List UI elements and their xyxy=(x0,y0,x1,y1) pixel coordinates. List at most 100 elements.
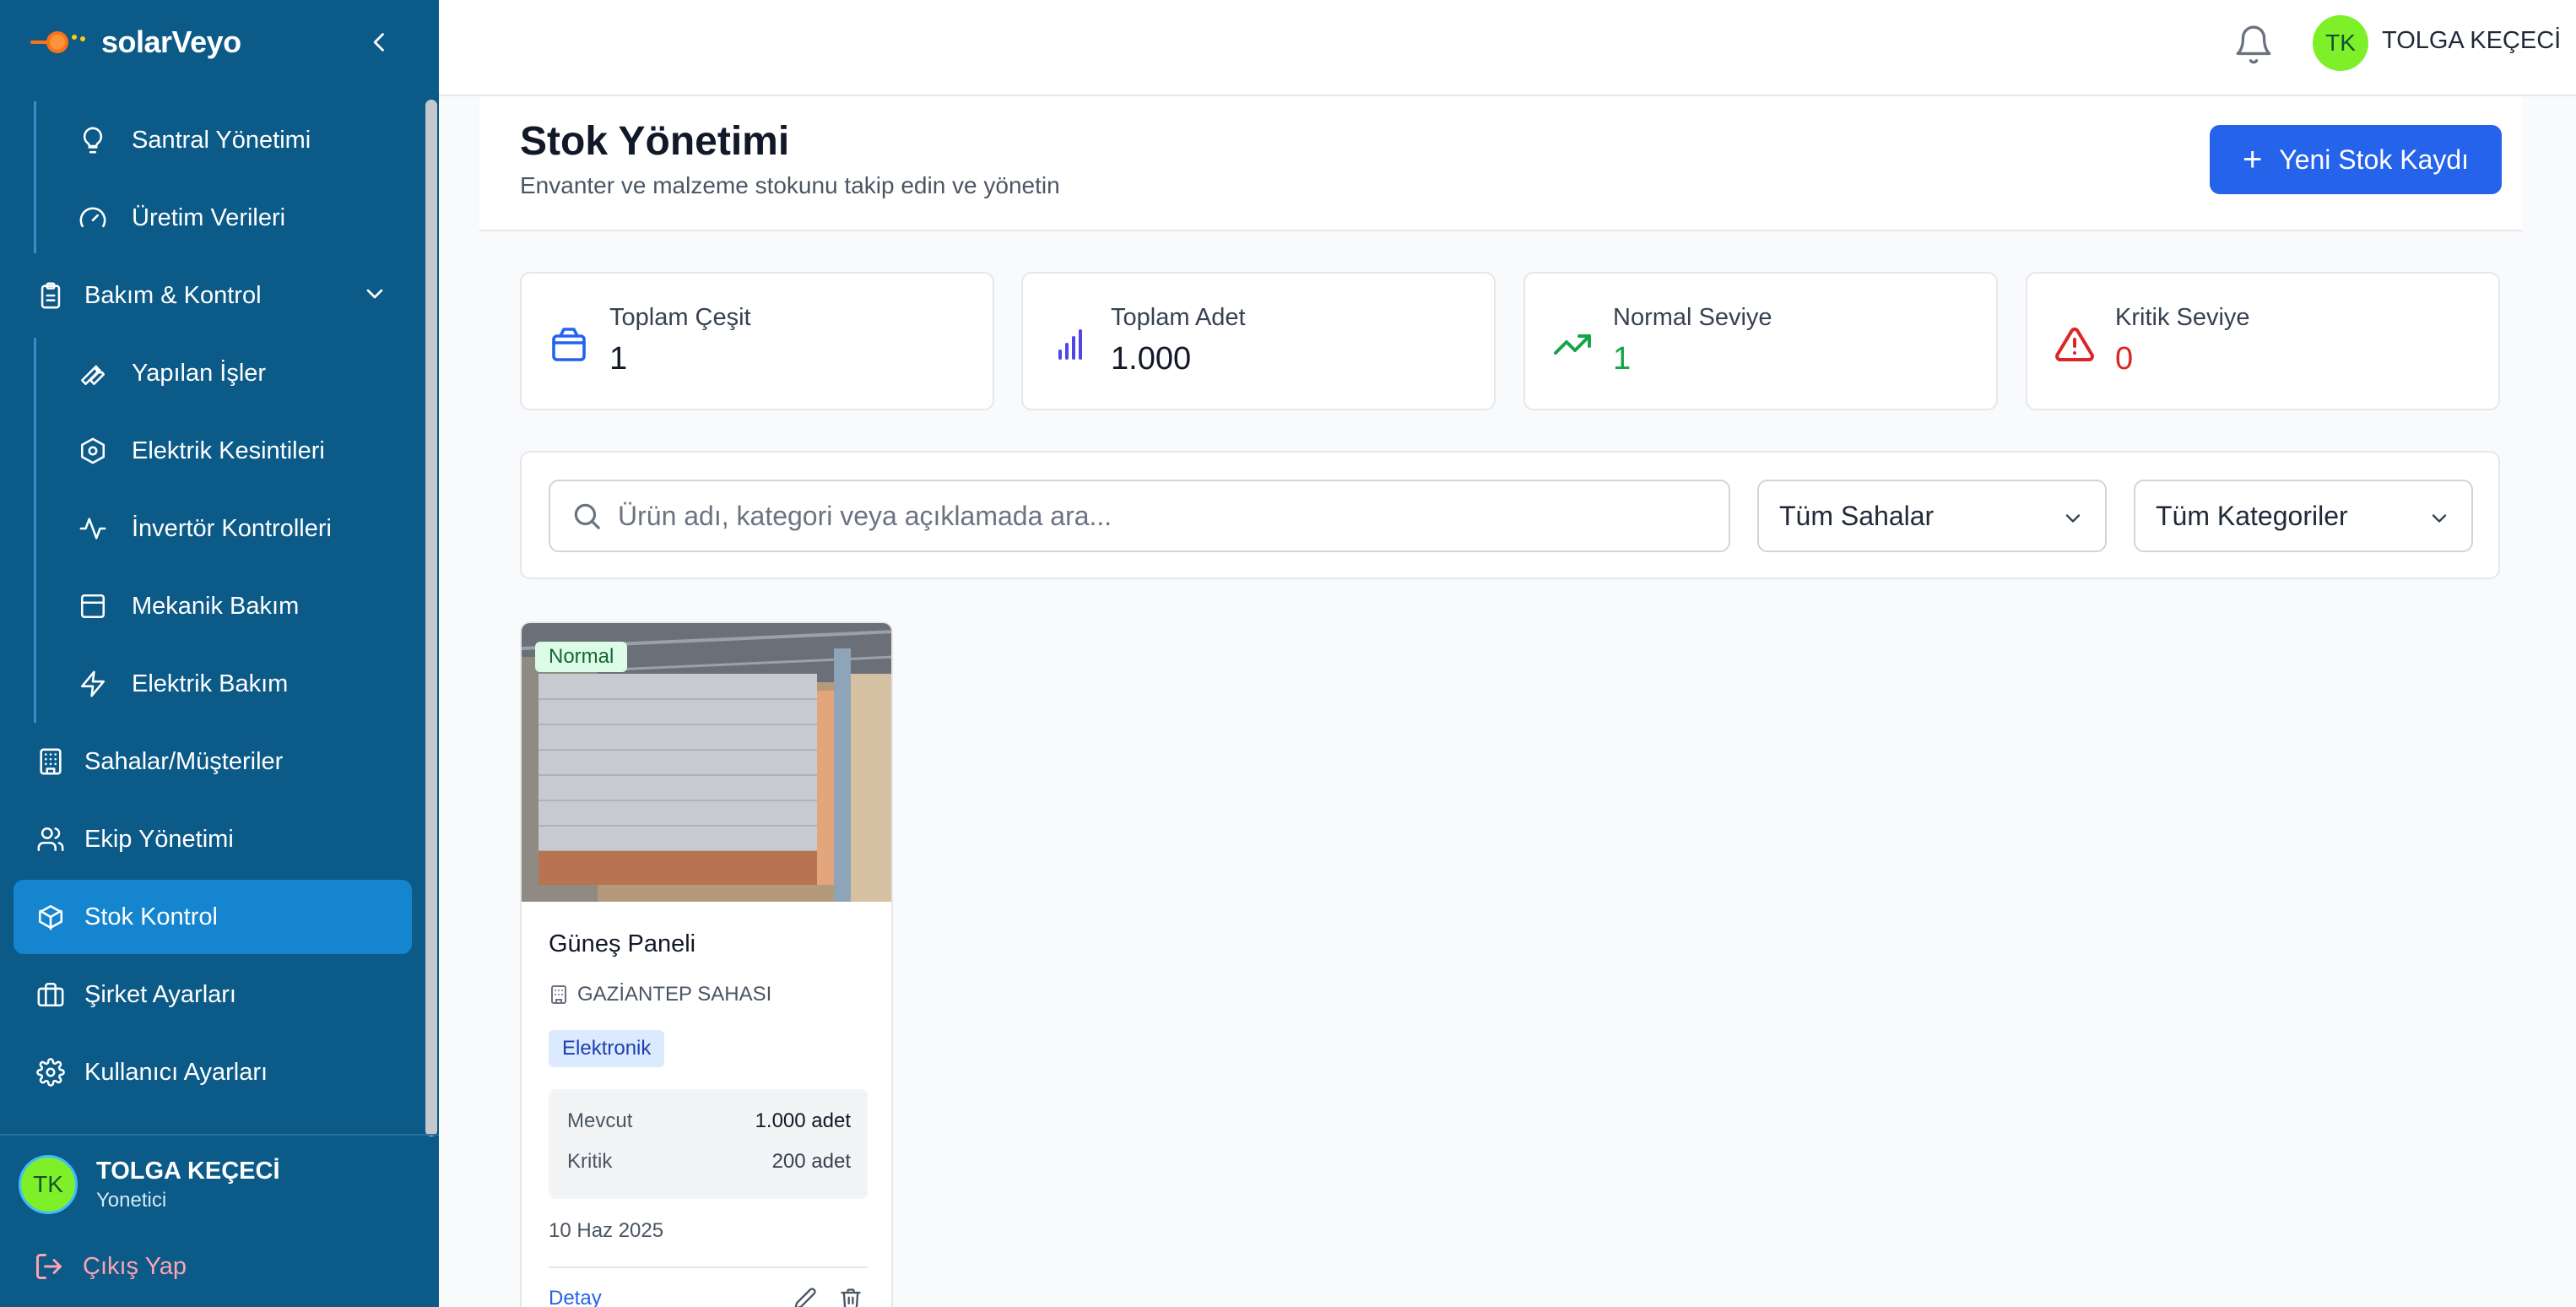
box-icon xyxy=(549,324,589,365)
submenu-line xyxy=(34,101,36,253)
stat-label: Normal Seviye xyxy=(1613,304,1772,331)
status-badge: Normal xyxy=(535,642,628,672)
sidebar-user[interactable]: TK TOLGA KEÇECİ Yonetici xyxy=(19,1155,280,1214)
gear-icon xyxy=(34,1055,68,1089)
sidebar-item-yapilan-isler[interactable]: Yapılan İşler xyxy=(68,336,422,410)
panel-icon xyxy=(76,589,110,623)
new-stock-button[interactable]: + Yeni Stok Kaydı xyxy=(2210,125,2502,194)
filter-bar: Tüm Sahalar Tüm Kategoriler xyxy=(520,451,2500,579)
building-icon xyxy=(551,985,566,1004)
sun-logo-icon xyxy=(29,25,96,59)
chevron-down-icon xyxy=(361,280,388,314)
sidebar-item-label: İnvertör Kontrolleri xyxy=(132,514,332,542)
app-name: solarVeyo xyxy=(101,24,241,59)
sidebar-item-label: Yapılan İşler xyxy=(132,359,267,387)
sidebar-item-label: Kullanıcı Ayarları xyxy=(84,1058,268,1086)
box-icon xyxy=(34,900,68,934)
product-image: Normal xyxy=(522,623,891,902)
bar-chart-icon xyxy=(1050,324,1090,365)
page-title: Stok Yönetimi xyxy=(520,119,790,164)
logout-icon xyxy=(36,1254,62,1279)
category-badge: Elektronik xyxy=(549,1030,665,1067)
stock-row-critical: Kritik 200 adet xyxy=(567,1150,851,1174)
sidebar-scrollbar[interactable] xyxy=(425,100,437,1136)
stat-card-critical-level: Kritik Seviye 0 xyxy=(2026,272,2500,410)
trash-icon[interactable] xyxy=(839,1287,863,1307)
wrench-icon xyxy=(76,356,110,390)
search-box[interactable] xyxy=(549,480,1730,552)
search-icon xyxy=(574,503,600,529)
stock-value: 1.000 adet xyxy=(755,1109,851,1132)
hexagon-icon xyxy=(76,434,110,468)
stock-row-current: Mevcut 1.000 adet xyxy=(567,1109,851,1133)
stat-card-normal-level: Normal Seviye 1 xyxy=(1523,272,1998,410)
stock-value: 200 adet xyxy=(771,1150,851,1173)
edit-icon[interactable] xyxy=(793,1287,817,1307)
sidebar-item-ekip-yonetimi[interactable]: Ekip Yönetimi xyxy=(14,802,412,876)
sidebar-item-label: Stok Kontrol xyxy=(84,903,218,930)
sidebar-item-label: Elektrik Kesintileri xyxy=(132,437,325,464)
activity-icon xyxy=(76,512,110,545)
stat-value: 1.000 xyxy=(1111,341,1192,377)
alert-triangle-icon xyxy=(2054,324,2095,365)
sidebar-item-label: Santral Yönetimi xyxy=(132,126,311,154)
collapse-sidebar-button[interactable] xyxy=(363,25,397,59)
clipboard-icon xyxy=(34,279,68,312)
users-icon xyxy=(34,822,68,856)
sidebar-item-sahalar-musteriler[interactable]: Sahalar/Müşteriler xyxy=(14,724,412,799)
submenu-line xyxy=(34,338,36,723)
sidebar-item-label: Ekip Yönetimi xyxy=(84,825,234,853)
stat-card-total-types: Toplam Çeşit 1 xyxy=(520,272,994,410)
briefcase-icon xyxy=(34,978,68,1011)
sidebar-item-elektrik-kesintileri[interactable]: Elektrik Kesintileri xyxy=(68,414,422,488)
avatar: TK xyxy=(19,1155,78,1214)
sidebar-item-mekanik-bakim[interactable]: Mekanik Bakım xyxy=(68,569,422,643)
divider xyxy=(549,1266,868,1268)
product-site: GAZİANTEP SAHASI xyxy=(549,983,771,1006)
bell-icon[interactable] xyxy=(2232,24,2275,66)
stat-label: Toplam Adet xyxy=(1111,304,1246,331)
page-subtitle: Envanter ve malzeme stokunu takip edin v… xyxy=(520,172,1060,198)
stat-value: 1 xyxy=(1613,341,1632,377)
sidebar-item-label: Mekanik Bakım xyxy=(132,592,300,620)
stock-summary: Mevcut 1.000 adet Kritik 200 adet xyxy=(549,1089,868,1199)
sidebar-item-bakim-kontrol[interactable]: Bakım & Kontrol xyxy=(14,258,412,333)
stock-label: Mevcut xyxy=(567,1109,633,1132)
stat-value: 1 xyxy=(609,341,628,377)
new-stock-label: Yeni Stok Kaydı xyxy=(2279,144,2470,175)
sidebar-item-santral-yonetimi[interactable]: Santral Yönetimi xyxy=(68,103,422,177)
site-select-value: Tüm Sahalar xyxy=(1779,500,1935,531)
sidebar: solarVeyo Santral Yönetimi Üretim Verile… xyxy=(0,0,439,1307)
lightbulb-icon xyxy=(76,123,110,157)
sidebar-item-label: Şirket Ayarları xyxy=(84,980,236,1008)
sidebar-item-stok-kontrol[interactable]: Stok Kontrol xyxy=(14,880,412,954)
zap-icon xyxy=(76,667,110,701)
user-role: Yonetici xyxy=(96,1188,167,1212)
category-select-value: Tüm Kategoriler xyxy=(2156,500,2348,531)
sidebar-item-uretim-verileri[interactable]: Üretim Verileri xyxy=(68,181,422,255)
plus-icon: + xyxy=(2242,140,2263,178)
category-select[interactable]: Tüm Kategoriler xyxy=(2134,480,2473,552)
sidebar-item-elektrik-bakim[interactable]: Elektrik Bakım xyxy=(68,647,422,721)
sidebar-item-label: Bakım & Kontrol xyxy=(84,281,262,309)
divider xyxy=(0,1134,439,1136)
stat-label: Kritik Seviye xyxy=(2115,304,2250,331)
chevron-down-icon xyxy=(2432,514,2447,523)
product-site-label: GAZİANTEP SAHASI xyxy=(577,983,772,1006)
sidebar-item-label: Üretim Verileri xyxy=(132,203,286,231)
detail-link[interactable]: Detay xyxy=(549,1287,602,1307)
sidebar-item-invertor-kontrolleri[interactable]: İnvertör Kontrolleri xyxy=(68,491,422,566)
site-select[interactable]: Tüm Sahalar xyxy=(1757,480,2107,552)
logout-button[interactable]: Çıkış Yap xyxy=(34,1251,187,1282)
user-name: TOLGA KEÇECİ xyxy=(96,1157,280,1185)
stock-label: Kritik xyxy=(567,1150,613,1173)
sidebar-item-kullanici-ayarlari[interactable]: Kullanıcı Ayarları xyxy=(14,1035,412,1109)
gauge-icon xyxy=(76,201,110,235)
topbar-user-name[interactable]: TOLGA KEÇECİ xyxy=(2382,27,2561,55)
search-input[interactable] xyxy=(618,500,1698,532)
stat-label: Toplam Çeşit xyxy=(609,304,751,331)
sidebar-item-sirket-ayarlari[interactable]: Şirket Ayarları xyxy=(14,957,412,1032)
avatar[interactable]: TK xyxy=(2313,15,2368,71)
product-card[interactable]: Normal Güneş Paneli GAZİANTEP SAHASI Ele… xyxy=(520,621,893,1307)
product-date: 10 Haz 2025 xyxy=(549,1219,664,1242)
